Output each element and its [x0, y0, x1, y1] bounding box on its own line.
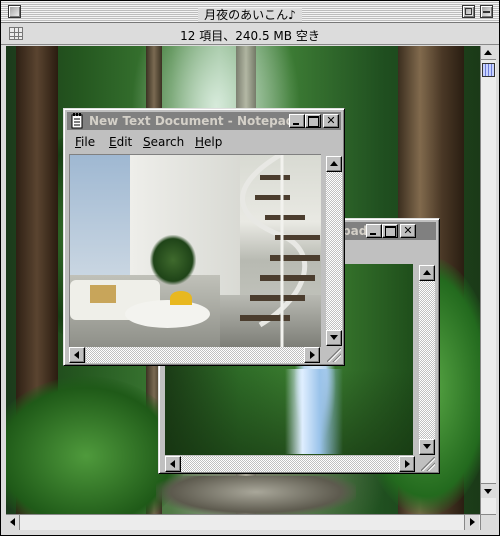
vertical-scrollbar[interactable]	[480, 46, 496, 514]
menu-search[interactable]: Search	[143, 135, 184, 149]
zoom-box-icon[interactable]	[462, 5, 475, 18]
scroll-left-button[interactable]	[6, 515, 20, 530]
collapse-box-icon[interactable]	[480, 5, 493, 18]
scroll-right-button[interactable]	[464, 515, 479, 530]
scroll-right-button[interactable]	[399, 456, 415, 472]
window-title: pad	[342, 224, 368, 238]
notepad-window[interactable]: New Text Document - Notepad ✕ File Edit …	[63, 108, 345, 366]
hat	[170, 291, 192, 305]
vertical-scroll-track[interactable]	[419, 281, 435, 439]
menu-bar: File Edit Search Help	[67, 132, 341, 152]
arrow-up-icon	[484, 50, 492, 55]
window-title: New Text Document - Notepad	[89, 114, 295, 128]
arrow-up-icon	[330, 161, 338, 166]
bag	[90, 285, 116, 303]
window-glass	[70, 155, 130, 275]
scroll-left-button[interactable]	[165, 456, 181, 472]
minimize-icon[interactable]	[366, 224, 382, 238]
arrow-left-icon	[170, 460, 175, 468]
scroll-down-button[interactable]	[326, 330, 342, 346]
arrow-left-icon	[74, 351, 79, 359]
scroll-left-button[interactable]	[69, 347, 85, 363]
close-icon[interactable]: ✕	[400, 224, 416, 238]
scroll-up-button[interactable]	[481, 46, 496, 60]
plant	[150, 235, 196, 285]
menu-edit[interactable]: Edit	[109, 135, 132, 149]
arrow-left-icon	[10, 518, 15, 526]
window-title: 月夜のあいこん♪	[198, 8, 302, 22]
scroll-down-button[interactable]	[481, 483, 496, 498]
scroll-right-button[interactable]	[304, 347, 320, 363]
grow-box-icon[interactable]	[480, 514, 496, 530]
resize-grip-icon[interactable]	[327, 348, 341, 362]
arrow-up-icon	[423, 270, 431, 275]
info-bar: 12 項目、240.5 MB 空き	[1, 23, 499, 45]
menu-help[interactable]: Help	[195, 135, 222, 149]
spiral-staircase	[240, 155, 320, 347]
info-text: 12 項目、240.5 MB 空き	[180, 29, 320, 43]
notepad-icon	[71, 113, 83, 129]
rocks	[156, 476, 356, 514]
maximize-icon[interactable]	[305, 114, 321, 128]
arrow-right-icon	[405, 460, 410, 468]
close-icon[interactable]: ✕	[323, 114, 339, 128]
horizontal-scroll-track[interactable]	[181, 456, 399, 472]
arrow-down-icon	[423, 444, 431, 449]
table	[125, 300, 210, 328]
scroll-up-button[interactable]	[326, 156, 342, 172]
waterfall	[285, 369, 343, 454]
scroll-up-button[interactable]	[419, 265, 435, 281]
finder-titlebar[interactable]: 月夜のあいこん♪	[1, 1, 499, 23]
arrow-right-icon	[310, 351, 315, 359]
resize-grip-icon[interactable]	[421, 457, 435, 471]
vertical-scroll-track[interactable]	[326, 172, 342, 330]
scroll-down-button[interactable]	[419, 439, 435, 455]
arrow-down-icon	[330, 335, 338, 340]
interior-image	[69, 154, 321, 347]
scroll-thumb[interactable]	[482, 63, 495, 77]
titlebar[interactable]: New Text Document - Notepad ✕	[67, 112, 341, 130]
minimize-icon[interactable]	[289, 114, 305, 128]
horizontal-scrollbar[interactable]	[6, 514, 480, 530]
arrow-down-icon	[484, 489, 492, 494]
maximize-icon[interactable]	[382, 224, 398, 238]
arrow-right-icon	[470, 518, 475, 526]
menu-file[interactable]: File	[75, 135, 95, 149]
horizontal-scroll-track[interactable]	[86, 347, 304, 363]
